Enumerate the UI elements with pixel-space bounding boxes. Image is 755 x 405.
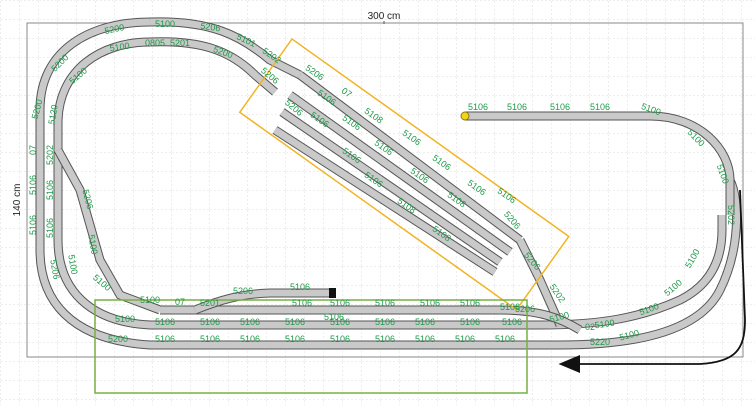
track-part-label: 5200 <box>108 334 128 344</box>
track-part-label: 5100 <box>155 19 175 29</box>
track-part-label: 5106 <box>375 298 395 308</box>
track-part-label: 5106 <box>420 298 440 308</box>
track-part-label: 5106 <box>415 317 435 327</box>
track-part-label: 5106 <box>155 334 175 344</box>
track-part-label: 5106 <box>285 317 305 327</box>
track-part-label: 5106 <box>292 298 312 308</box>
track-part-label: 5106 <box>468 102 488 112</box>
track-part-label: 5106 <box>460 317 480 327</box>
track-part-label: 5106 <box>460 298 480 308</box>
track-part-label: 5206 <box>233 286 253 296</box>
track-part-label: 5202 <box>45 145 55 165</box>
track-part-label: 5106 <box>200 334 220 344</box>
track-part-label: 5106 <box>28 175 38 195</box>
track-part-label: 5106 <box>375 334 395 344</box>
track-part-label: 5106 <box>45 218 55 238</box>
track-part-label: 5106 <box>290 282 310 292</box>
track-part-label: 5106 <box>155 317 175 327</box>
track-part-label: 5201 <box>200 298 220 308</box>
track-part-label: 5106 <box>240 317 260 327</box>
track-part-label: 5106 <box>324 312 344 322</box>
track-part-label: 07 <box>28 145 38 155</box>
track-part-label: 5106 <box>550 102 570 112</box>
height-dimension-label: 140 cm <box>12 184 23 217</box>
track-plan-canvas: 300 cm 140 cm 5200 5100 52065100 0805 52… <box>0 0 755 405</box>
track-part-label: 5106 <box>500 302 520 312</box>
track-part-label: 5100 <box>140 295 160 305</box>
track-part-label: 0805 <box>145 38 165 48</box>
track-part-label: 5201 <box>170 38 190 48</box>
track-part-label: 5106 <box>240 334 260 344</box>
track-part-label: 5106 <box>285 334 305 344</box>
track-part-label: 5106 <box>507 102 527 112</box>
track-part-label: 5106 <box>590 102 610 112</box>
track-end-marker <box>460 111 470 121</box>
track-part-label: 5106 <box>502 317 522 327</box>
track-part-label: 5106 <box>28 215 38 235</box>
track-part-label: 5100 <box>115 314 135 324</box>
track-part-label: 5106 <box>375 317 395 327</box>
track-part-label: 5106 <box>415 334 435 344</box>
track-part-label: 5106 <box>330 334 350 344</box>
buffer-stop <box>329 288 336 298</box>
track-part-label: 5202 <box>726 205 736 225</box>
track-part-label: 5106 <box>200 317 220 327</box>
track-part-label: 07 <box>175 297 185 307</box>
track-part-label: 5220 <box>590 337 610 347</box>
track-part-label: 02 <box>585 322 595 332</box>
track-part-label: 5106 <box>45 180 55 200</box>
track-part-label: 5106 <box>495 334 515 344</box>
width-dimension-label: 300 cm <box>368 11 401 22</box>
track-part-label: 5106 <box>455 334 475 344</box>
track-part-label: 5106 <box>330 298 350 308</box>
